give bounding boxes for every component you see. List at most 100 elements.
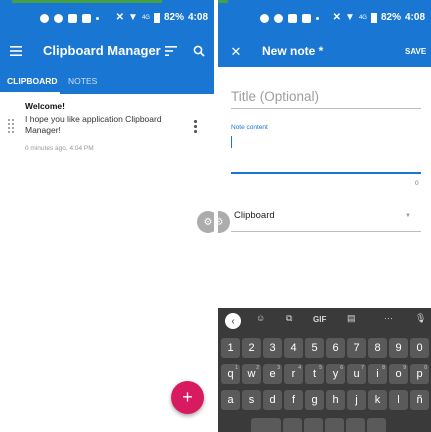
key[interactable]: 4 [284,338,303,358]
key-label: u [353,368,360,380]
app-bar: ✕ New note * SAVE [218,37,431,67]
more-notifications-icon [96,17,99,20]
close-icon[interactable]: ✕ [227,43,245,61]
key[interactable] [346,418,365,432]
clock: 4:08 [187,12,208,23]
tab-notes[interactable]: NOTES [68,76,97,86]
floating-bubble-icon[interactable]: ⚙ [197,211,214,233]
status-indicator-bar [218,0,228,3]
key-hint: 1 [235,365,238,371]
app-bar: Clipboard Manager [0,37,214,66]
mute-icon: ✕ [332,12,342,23]
key[interactable]: w2 [242,364,261,384]
key[interactable]: o9 [389,364,408,384]
translate-icon[interactable]: ⧉ [286,313,292,324]
note-timestamp: 0 minutes ago, 4:04 PM [25,145,94,152]
key[interactable] [283,418,302,432]
chevron-down-icon[interactable]: ▼ [405,213,411,219]
more-icon[interactable]: ··· [384,313,393,323]
key-hint: 8 [382,365,385,371]
key[interactable]: 9 [389,338,408,358]
key[interactable]: 2 [242,338,261,358]
key[interactable]: 5 [305,338,324,358]
key[interactable]: 8 [368,338,387,358]
content-input[interactable] [231,172,421,174]
key[interactable]: q1 [221,364,240,384]
number-row: 1 2 3 4 5 6 7 8 9 0 [221,338,429,358]
microphone-icon[interactable]: 🎙 [415,313,426,324]
sticker-icon[interactable]: ☺ [256,313,265,323]
key-hint: 0 [424,365,427,371]
key-label: q [227,368,234,380]
key-label: y [332,368,339,380]
notification-icon [40,14,49,23]
key-hint: 6 [340,365,343,371]
key[interactable]: 7 [347,338,366,358]
save-button[interactable]: SAVE [405,47,426,56]
key[interactable]: j [347,390,366,410]
add-clip-button[interactable]: + [171,381,204,414]
chevron-left-icon[interactable]: ‹ [225,313,241,329]
home-row: a s d f g h j k l ñ [221,390,429,410]
sort-icon[interactable] [162,42,180,60]
key-hint: 7 [361,365,364,371]
status-right: ✕ ▼ 4G 82% 4:08 [116,12,208,23]
key-label: w [247,368,256,380]
key[interactable] [325,418,344,432]
qwerty-row: q1 w2 e3 r4 t5 y6 u7 i8 o9 p0 [221,364,429,384]
key[interactable]: r4 [284,364,303,384]
key[interactable]: s [242,390,261,410]
content-label: Note content [231,124,268,131]
note-body: I hope you like application Clipboard Ma… [25,114,162,135]
notification-icon [288,14,297,23]
clipboard-list-screen: ✕ ▼ 4G 82% 4:08 Clipboard Manager CLIPBO… [0,0,214,432]
screen-title: New note * [262,44,324,58]
search-icon[interactable] [190,42,208,60]
shift-key[interactable] [251,418,281,432]
more-options-icon[interactable] [192,120,198,134]
drag-handle-icon[interactable] [8,119,16,133]
new-note-screen: ✕ ▼ 4G 82% 4:08 ✕ New note * SAVE Title … [218,0,431,432]
key[interactable]: u7 [347,364,366,384]
key[interactable]: k [368,390,387,410]
active-tab-indicator [0,92,60,94]
key[interactable]: 1 [221,338,240,358]
key[interactable]: f [284,390,303,410]
key[interactable]: y6 [326,364,345,384]
list-item[interactable]: Welcome! I hope you like application Cli… [0,96,214,158]
notification-icon [54,14,63,23]
key[interactable]: t5 [305,364,324,384]
tab-bar: CLIPBOARD NOTES [0,66,214,94]
mute-icon: ✕ [115,12,125,23]
title-input[interactable]: Title (Optional) [231,89,319,104]
tab-clipboard[interactable]: CLIPBOARD [7,76,58,86]
notification-icon [68,14,77,23]
key[interactable]: 6 [326,338,345,358]
dropdown-underline [231,231,421,232]
key[interactable]: a [221,390,240,410]
key[interactable]: 3 [263,338,282,358]
clipboard-icon[interactable]: ▤ [347,313,356,324]
category-dropdown[interactable]: Clipboard [234,210,275,221]
key[interactable]: ñ [410,390,429,410]
menu-icon[interactable] [7,42,25,60]
key[interactable]: e3 [263,364,282,384]
notification-icons [260,14,319,23]
gif-button[interactable]: GIF [313,315,326,324]
battery-icon [153,12,160,23]
key[interactable] [367,418,386,432]
floating-bubble-icon[interactable]: ⚙ [218,211,230,233]
key[interactable]: p0 [410,364,429,384]
wifi-icon: ▼ [345,12,355,23]
key[interactable]: h [326,390,345,410]
app-title: Clipboard Manager [43,43,161,58]
key-hint: 2 [256,365,259,371]
key[interactable]: 0 [410,338,429,358]
key[interactable]: g [305,390,324,410]
key[interactable]: l [389,390,408,410]
key[interactable]: i8 [368,364,387,384]
key[interactable] [304,418,323,432]
key[interactable]: d [263,390,282,410]
wifi-icon: ▼ [128,12,138,23]
status-bar: ✕ ▼ 4G 82% 4:08 [218,0,431,37]
